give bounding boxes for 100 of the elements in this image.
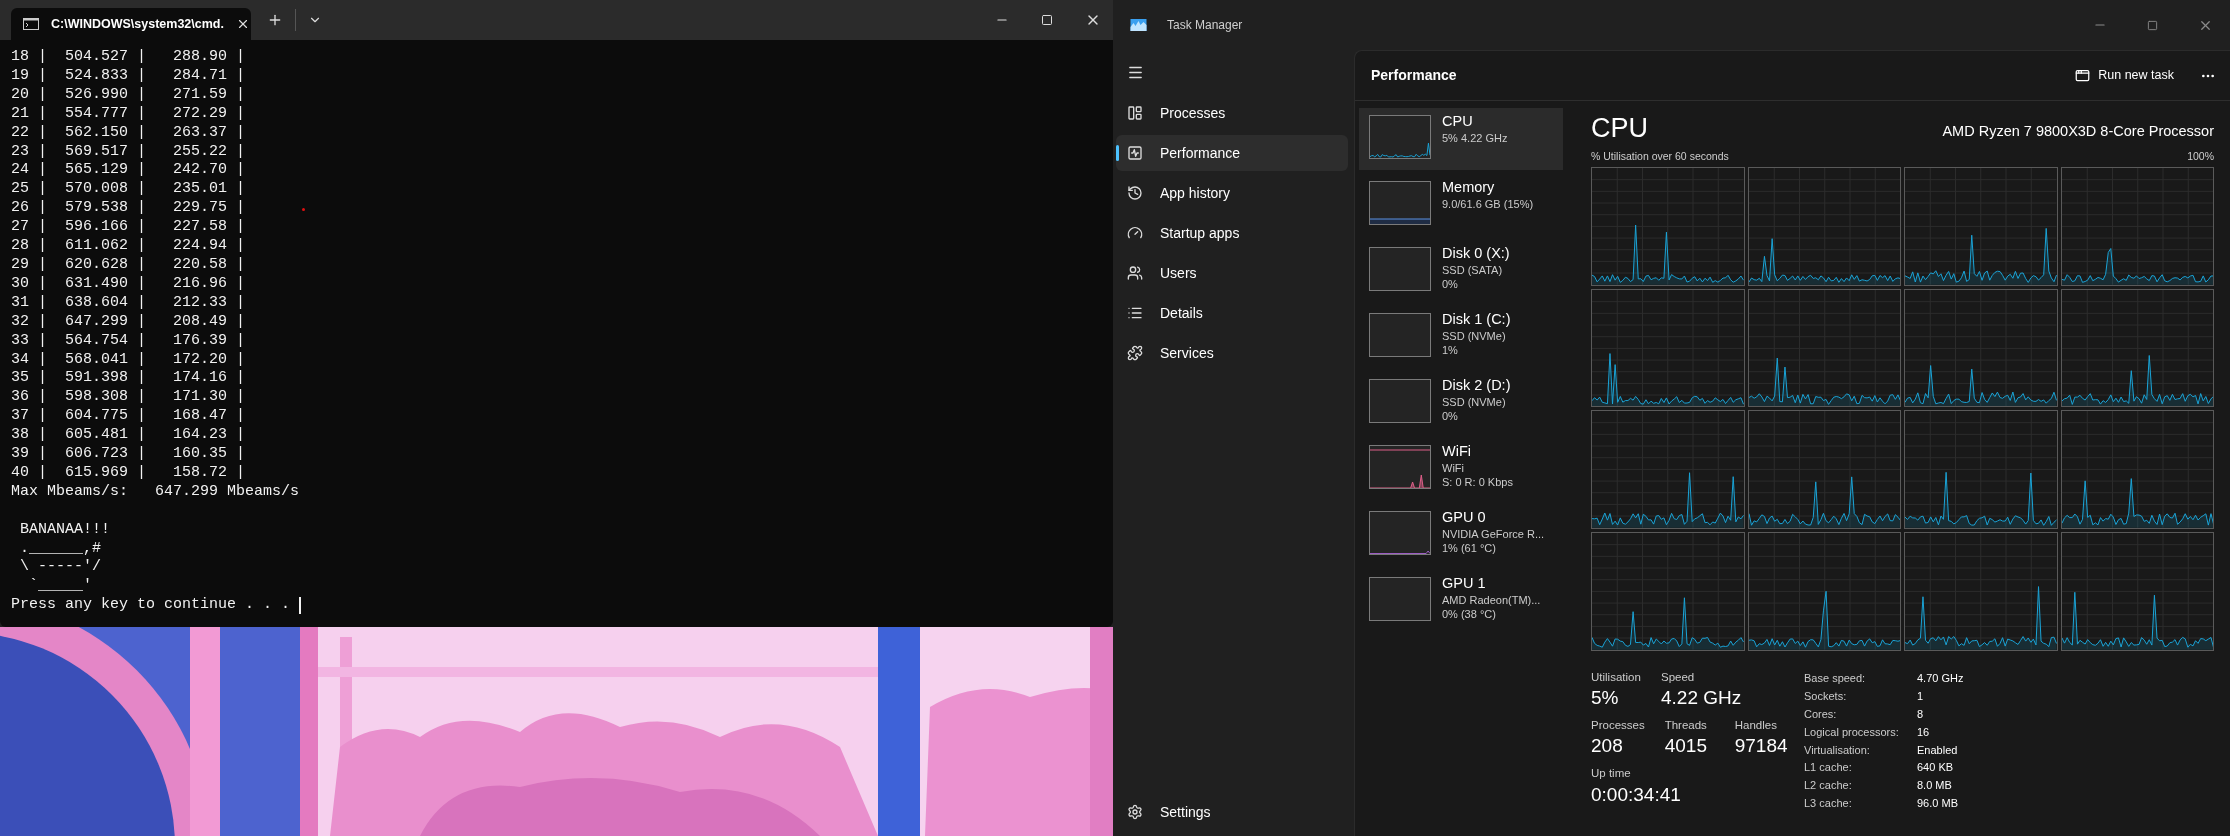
terminal-prompt: Press any key to continue . . . — [11, 596, 291, 616]
terminal-line: 26 | 579.538 | 229.75 | — [11, 199, 246, 219]
stat-label: Utilisation — [1591, 669, 1641, 685]
run-new-task-button[interactable]: Run new task — [2067, 60, 2182, 91]
nav-item[interactable]: Performance — [1116, 135, 1348, 171]
list-icon — [1127, 305, 1143, 321]
device-item[interactable]: Disk 1 (C:) SSD (NVMe) 1% — [1359, 306, 1563, 368]
processor-model: AMD Ryzen 7 9800X3D 8-Core Processor — [1942, 122, 2214, 142]
device-detail: SSD (SATA) — [1442, 263, 1504, 277]
spec-label: Cores: — [1804, 707, 1838, 722]
menu-icon[interactable] — [1127, 64, 1144, 81]
device-detail: 0% (38 °C) — [1442, 607, 1497, 621]
terminal-line: 33 | 564.754 | 176.39 | — [11, 331, 246, 351]
stat-value: 4015 — [1664, 734, 1708, 759]
usage-thumbnail — [1369, 247, 1431, 291]
device-item[interactable]: GPU 0 NVIDIA GeForce R... 1% (61 °C) — [1359, 504, 1563, 566]
terminal-line: 32 | 647.299 | 208.49 | — [11, 312, 246, 332]
activity-icon — [1127, 145, 1143, 161]
terminal-line: 39 | 606.723 | 160.35 | — [11, 445, 246, 464]
window-icon — [2075, 68, 2091, 83]
device-detail: S: 0 R: 0 Kbps — [1442, 475, 1513, 489]
nav-item[interactable]: Details — [1116, 295, 1348, 331]
terminal-line: 27 | 596.166 | 227.58 | — [11, 218, 246, 238]
usage-thumbnail — [1369, 445, 1431, 489]
device-detail: 0% — [1442, 277, 1459, 291]
terminal-line: 28 | 611.062 | 224.94 | — [11, 237, 246, 256]
settings-item[interactable]: Settings — [1116, 794, 1348, 830]
panels-icon — [1127, 105, 1143, 121]
spec-label: L2 cache: — [1804, 778, 1853, 794]
spec-value: 1 — [1917, 689, 1924, 705]
device-item[interactable]: GPU 1 AMD Radeon(TM)... 0% (38 °C) — [1359, 570, 1563, 632]
stat-label: Threads — [1664, 718, 1708, 733]
terminal-tab[interactable]: C:\WINDOWS\system32\cmd. — [11, 8, 251, 40]
spec-value: 8 — [1917, 707, 1924, 722]
settings-icon — [1127, 804, 1143, 820]
users-icon — [1127, 265, 1143, 281]
stat-value: 0:00:34:41 — [1591, 782, 1681, 807]
nav-item[interactable]: Startup apps — [1116, 215, 1348, 251]
spec-label: Base speed: — [1804, 671, 1867, 687]
spec-value: 8.0 MB — [1917, 778, 1952, 794]
device-detail: 1% — [1442, 343, 1459, 357]
device-item[interactable]: Memory 9.0/61.6 GB (15%) — [1359, 174, 1563, 236]
stat-value: 208 — [1591, 734, 1624, 759]
detail-title: CPU — [1591, 112, 1648, 145]
ascii-art-line: \ -----'/ — [19, 558, 101, 578]
device-item[interactable]: Disk 0 (X:) SSD (SATA) 0% — [1359, 240, 1563, 302]
usage-thumbnail — [1369, 115, 1431, 159]
device-name: GPU 0 — [1442, 508, 1487, 527]
spec-label: L1 cache: — [1804, 760, 1853, 776]
new-tab-icon[interactable] — [267, 12, 283, 28]
tab-title: C:\WINDOWS\system32\cmd. — [51, 15, 224, 33]
spec-label: Logical processors: — [1804, 724, 1900, 740]
window-title: Task Manager — [1167, 17, 1243, 34]
device-name: Disk 1 (C:) — [1442, 310, 1511, 329]
text-cursor — [299, 597, 302, 615]
device-item[interactable]: WiFi WiFi S: 0 R: 0 Kbps — [1359, 438, 1563, 500]
device-item[interactable]: Disk 2 (D:) SSD (NVMe) 0% — [1359, 372, 1563, 434]
device-detail: WiFi — [1442, 461, 1465, 475]
usage-thumbnail — [1369, 577, 1431, 621]
terminal-line: 21 | 554.777 | 272.29 | — [11, 104, 246, 124]
device-detail: 1% (61 °C) — [1442, 541, 1497, 555]
device-name: WiFi — [1442, 442, 1472, 461]
terminal-line: 35 | 591.398 | 174.16 | — [11, 369, 246, 389]
device-detail: SSD (NVMe) — [1442, 395, 1507, 409]
spec-value: 640 KB — [1917, 760, 1954, 776]
device-name: Memory — [1442, 178, 1496, 197]
spec-value: Enabled — [1917, 742, 1958, 758]
spec-label: L3 cache: — [1804, 795, 1853, 811]
axis-label: % Utilisation over 60 seconds — [1591, 149, 1729, 164]
console-icon — [23, 18, 39, 30]
spec-label: Virtualisation: — [1804, 742, 1871, 758]
stat-label: Speed — [1661, 669, 1696, 685]
stat-label: Processes — [1591, 718, 1645, 733]
terminal-line: 31 | 638.604 | 212.33 | — [11, 293, 246, 313]
nav-item[interactable]: App history — [1116, 175, 1348, 211]
spec-value: 96.0 MB — [1917, 795, 1958, 811]
device-item[interactable]: CPU 5% 4.22 GHz — [1359, 108, 1563, 170]
nav-item[interactable]: Services — [1116, 335, 1348, 371]
terminal-line: 30 | 631.490 | 216.96 | — [11, 274, 246, 294]
terminal-line: 23 | 569.517 | 255.22 | — [11, 142, 246, 162]
terminal-line: 29 | 620.628 | 220.58 | — [11, 255, 246, 275]
stat-value: 4.22 GHz — [1661, 686, 1742, 710]
terminal-line: 40 | 615.969 | 158.72 | — [11, 463, 246, 483]
terminal-line: 22 | 562.150 | 263.37 | — [11, 123, 246, 143]
device-detail: 9.0/61.6 GB (15%) — [1442, 197, 1534, 211]
gauge-icon — [1127, 225, 1143, 241]
device-detail: 0% — [1442, 409, 1459, 423]
device-detail: NVIDIA GeForce R... — [1442, 527, 1545, 541]
spec-value: 16 — [1917, 724, 1930, 740]
terminal-line: 20 | 526.990 | 271.59 | — [11, 85, 246, 105]
nav-item[interactable]: Processes — [1116, 95, 1348, 131]
terminal-line: 24 | 565.129 | 242.70 | — [11, 161, 246, 181]
nav-item[interactable]: Users — [1116, 255, 1348, 291]
device-name: Disk 0 (X:) — [1442, 244, 1510, 263]
device-detail: 5% 4.22 GHz — [1442, 131, 1508, 145]
terminal-line: 34 | 568.041 | 172.20 | — [11, 350, 246, 370]
app-icon — [1130, 19, 1147, 31]
ascii-art-line: `_____' — [28, 577, 92, 597]
stat-value: 5% — [1591, 686, 1620, 710]
stat-label: Handles — [1734, 718, 1778, 733]
